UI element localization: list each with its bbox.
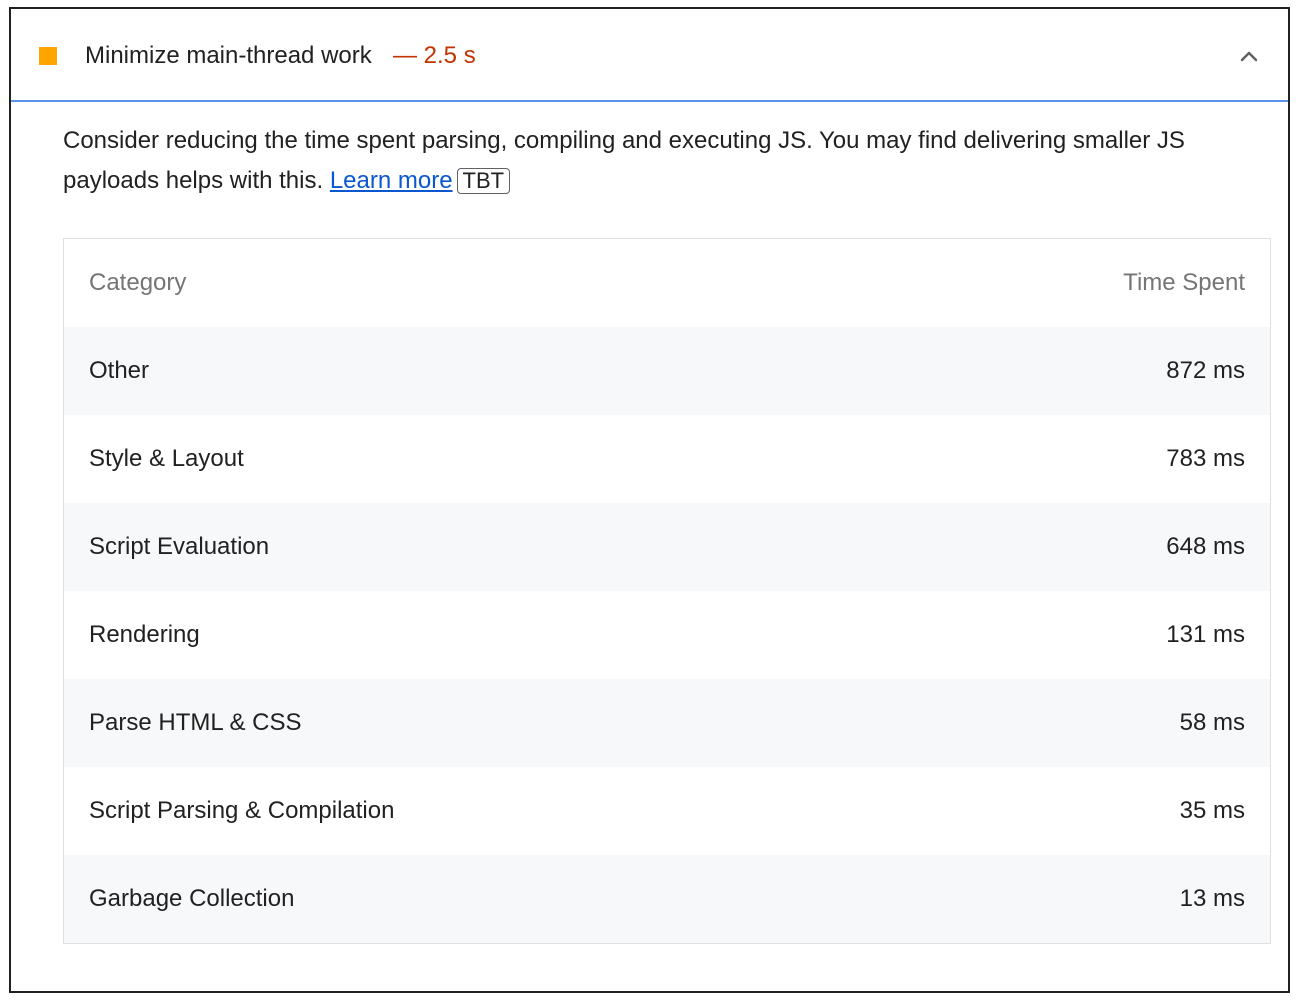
audit-description: Consider reducing the time spent parsing…: [63, 121, 1243, 201]
category-cell: Garbage Collection: [64, 855, 877, 943]
learn-more-link[interactable]: Learn more: [330, 167, 453, 194]
table-row: Garbage Collection 13 ms: [64, 855, 1270, 943]
time-cell: 131 ms: [877, 591, 1270, 679]
audit-title: Minimize main-thread work: [85, 42, 372, 69]
table-row: Script Evaluation 648 ms: [64, 503, 1270, 591]
category-cell: Style & Layout: [64, 415, 877, 503]
table-row: Other 872 ms: [64, 327, 1270, 415]
time-cell: 872 ms: [877, 327, 1270, 415]
time-cell: 35 ms: [877, 767, 1270, 855]
time-cell: 648 ms: [877, 503, 1270, 591]
average-score-icon: [39, 47, 57, 65]
column-header-time-spent: Time Spent: [1123, 269, 1245, 296]
time-cell: 13 ms: [877, 855, 1270, 943]
audit-header[interactable]: Minimize main-thread work — 2.5 s: [11, 9, 1288, 102]
table-header-row: Category Time Spent: [64, 239, 1270, 327]
table-row: Style & Layout 783 ms: [64, 415, 1270, 503]
chevron-up-icon[interactable]: [1238, 45, 1260, 67]
category-cell: Script Evaluation: [64, 503, 877, 591]
audit-panel: Minimize main-thread work — 2.5 s Consid…: [9, 7, 1290, 993]
category-cell: Rendering: [64, 591, 877, 679]
category-cell: Other: [64, 327, 877, 415]
description-text: Consider reducing the time spent parsing…: [63, 127, 1185, 194]
time-cell: 783 ms: [877, 415, 1270, 503]
details-table: Category Time Spent Other 872 ms Style &…: [63, 238, 1271, 944]
column-header-category: Category: [89, 269, 187, 296]
audit-display-value: — 2.5 s: [393, 42, 476, 69]
category-cell: Script Parsing & Compilation: [64, 767, 877, 855]
table-row: Script Parsing & Compilation 35 ms: [64, 767, 1270, 855]
table-row: Rendering 131 ms: [64, 591, 1270, 679]
metric-badge-tbt: TBT: [456, 168, 511, 194]
category-cell: Parse HTML & CSS: [64, 679, 877, 767]
time-cell: 58 ms: [877, 679, 1270, 767]
table-row: Parse HTML & CSS 58 ms: [64, 679, 1270, 767]
